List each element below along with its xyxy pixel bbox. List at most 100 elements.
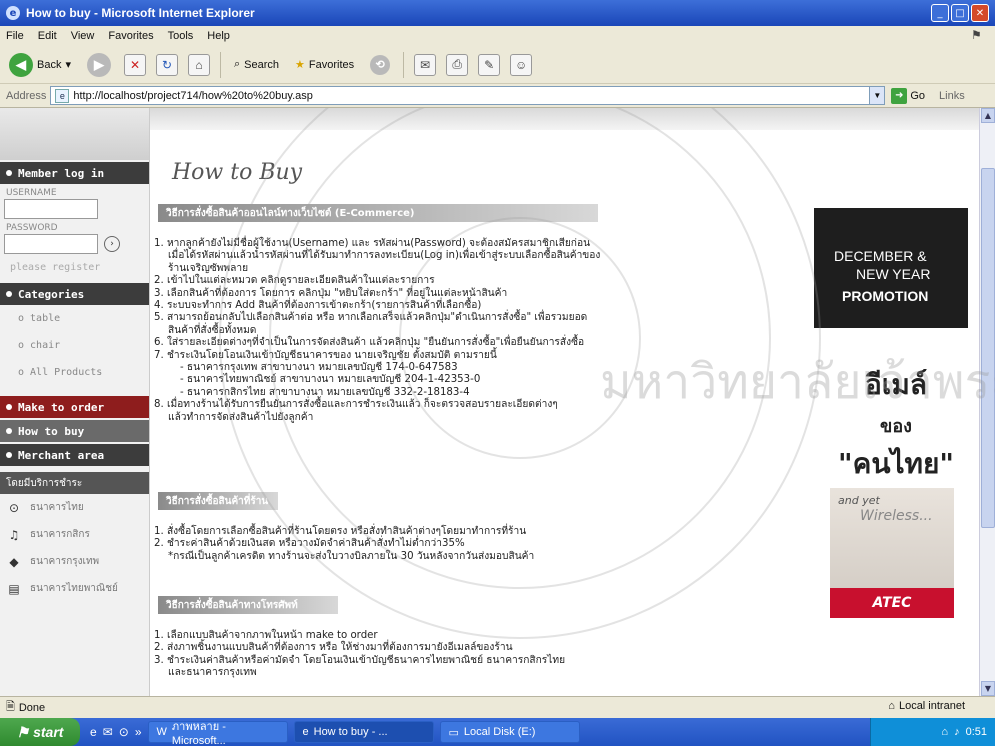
ie-quicklaunch-icon[interactable]: e bbox=[90, 725, 97, 739]
category-all-products[interactable]: o All Products bbox=[0, 359, 149, 386]
menu-file[interactable]: File bbox=[6, 30, 24, 42]
scroll-up-arrow-icon[interactable]: ▲ bbox=[981, 108, 995, 123]
payment-item[interactable]: ♫ ธนาคารกสิกร bbox=[0, 521, 149, 548]
scroll-thumb[interactable] bbox=[981, 168, 995, 528]
promo-line: DECEMBER & bbox=[834, 248, 927, 264]
page-status-icon: 🗎 bbox=[6, 701, 15, 713]
minimize-button[interactable]: _ bbox=[931, 4, 949, 22]
list-item: 3. เลือกสินค้าที่ต้องการ โดยการ คลิกปุ่ม… bbox=[154, 287, 508, 299]
password-input[interactable] bbox=[4, 234, 98, 254]
forward-button[interactable]: ▶ bbox=[84, 50, 114, 80]
list-item: 7. ชำระเงินโดยโอนเงินเข้าบัญชีธนาคารของ … bbox=[154, 349, 497, 361]
volume-icon[interactable]: ♪ bbox=[954, 726, 960, 738]
list-item: 1. สั่งซื้อโดยการเลือกซื้อสินค้าที่ร้านโ… bbox=[154, 526, 527, 537]
start-button[interactable]: ⚑ start bbox=[0, 718, 80, 746]
payment-banner: โดยมีบริการชำระ bbox=[0, 472, 149, 494]
taskbar-button[interactable]: e How to buy - ... bbox=[293, 721, 434, 743]
diamond-icon: ◆ bbox=[9, 554, 19, 569]
categories-header: Categories bbox=[0, 283, 149, 305]
list-item: สินค้าที่สั่งซื้อทั้งหมด bbox=[168, 324, 257, 336]
email-ad-line: ของ bbox=[880, 416, 912, 437]
favorites-button[interactable]: ★ Favorites bbox=[292, 50, 357, 80]
login-go-button[interactable]: › bbox=[104, 236, 120, 252]
make-to-order-link[interactable]: Make to order bbox=[0, 396, 149, 418]
arrow-right-icon: › bbox=[110, 239, 114, 249]
media-quicklaunch-icon[interactable]: ⊙ bbox=[119, 725, 129, 739]
stop-button[interactable]: ✕ bbox=[124, 53, 146, 76]
menu-favorites[interactable]: Favorites bbox=[108, 30, 153, 42]
bank-line: - ธนาคารกรุงเทพ สาขาบางนา หมายเลขบัญชี 1… bbox=[180, 362, 458, 374]
menu-edit[interactable]: Edit bbox=[38, 30, 57, 42]
menu-view[interactable]: View bbox=[71, 30, 95, 42]
bank-line: - ธนาคารกสิกรไทย สาขาบางนา หมายเลขบัญชี … bbox=[180, 386, 470, 398]
close-button[interactable]: ✕ bbox=[971, 4, 989, 22]
email-ad[interactable]: อีเมล์ ของ "คนไทย" bbox=[826, 363, 966, 486]
member-login-header: Member log in bbox=[0, 162, 149, 184]
taskbar: ⚑ start e ✉ ⊙ » W ภาพหลาย - Microsoft...… bbox=[0, 718, 995, 746]
more-icon[interactable]: » bbox=[135, 725, 142, 739]
address-input[interactable]: e http://localhost/project714/how%20to%2… bbox=[50, 86, 871, 105]
task-label: ภาพหลาย - Microsoft... bbox=[171, 721, 226, 746]
star-icon: ★ bbox=[295, 59, 305, 71]
list-item: แล้วทำการจัดส่งสินค้าไปยังลูกค้า bbox=[168, 411, 314, 423]
window-controls: _ □ ✕ bbox=[931, 4, 989, 22]
messenger-button[interactable]: ☺ bbox=[510, 53, 533, 76]
vertical-scrollbar[interactable]: ▲ ▼ bbox=[979, 108, 995, 696]
promotion-banner[interactable]: DECEMBER & NEW YEAR PROMOTION bbox=[814, 208, 968, 328]
merchant-area-link[interactable]: Merchant area bbox=[0, 444, 149, 466]
how-to-buy-link[interactable]: How to buy bbox=[0, 420, 149, 442]
menu-help[interactable]: Help bbox=[207, 30, 230, 42]
edit-button[interactable]: ✎ bbox=[478, 53, 501, 76]
atec-ad[interactable]: and yet Wireless... ATEC bbox=[830, 488, 954, 618]
promo-line: PROMOTION bbox=[842, 288, 929, 304]
taskbar-button[interactable]: W ภาพหลาย - Microsoft... bbox=[147, 721, 288, 746]
search-icon: ⌕ bbox=[234, 58, 241, 70]
payment-item-label: ธนาคารไทยพาณิชย์ bbox=[30, 583, 118, 594]
folder-icon: ▭ bbox=[448, 726, 459, 739]
outlook-quicklaunch-icon[interactable]: ✉ bbox=[103, 725, 113, 739]
menu-tools[interactable]: Tools bbox=[168, 30, 194, 42]
refresh-button[interactable]: ↻ bbox=[156, 53, 178, 76]
payment-item[interactable]: ▤ ธนาคารไทยพาณิชย์ bbox=[0, 575, 149, 602]
back-label: Back bbox=[37, 58, 62, 71]
ie-icon: e bbox=[302, 726, 309, 738]
scroll-down-arrow-icon[interactable]: ▼ bbox=[981, 681, 995, 696]
status-bar: 🗎 Done ⌂ Local intranet bbox=[0, 696, 995, 718]
category-chair[interactable]: o chair bbox=[0, 332, 149, 359]
bullet-icon bbox=[6, 452, 12, 458]
address-dropdown-button[interactable]: ▼ bbox=[869, 86, 886, 105]
register-link[interactable]: please register bbox=[0, 254, 149, 281]
toolbar-separator bbox=[403, 51, 405, 78]
intranet-icon: ⌂ bbox=[888, 700, 895, 712]
username-label: USERNAME bbox=[6, 188, 57, 198]
payment-item-label: ธนาคารไทย bbox=[30, 502, 84, 513]
security-zone: ⌂ Local intranet bbox=[888, 700, 965, 712]
go-button[interactable]: ➜ Go bbox=[891, 87, 925, 104]
history-button[interactable]: ⟲ bbox=[367, 50, 393, 80]
category-table[interactable]: o table bbox=[0, 305, 149, 332]
forward-arrow-icon: ▶ bbox=[87, 52, 111, 77]
task-label: How to buy - ... bbox=[313, 726, 388, 738]
list-item: 1. เลือกแบบสินค้าจากภาพในหน้า make to or… bbox=[154, 630, 378, 641]
search-button[interactable]: ⌕ Search bbox=[231, 50, 282, 80]
bank-line: - ธนาคารไทยพาณิชย์ สาขาบางนา หมายเลขบัญช… bbox=[180, 374, 481, 386]
back-button[interactable]: ◀ Back ▾ bbox=[6, 50, 74, 80]
username-input[interactable] bbox=[4, 199, 98, 219]
maximize-button[interactable]: □ bbox=[951, 4, 969, 22]
make-to-order-label: Make to order bbox=[18, 400, 105, 414]
payment-item[interactable]: ◆ ธนาคารกรุงเทพ bbox=[0, 548, 149, 575]
bullet-icon bbox=[6, 291, 12, 297]
list-item: ร้านเจริญซัพพลาย bbox=[168, 262, 249, 274]
address-bar: Address e http://localhost/project714/ho… bbox=[0, 84, 995, 108]
links-label[interactable]: Links bbox=[939, 90, 965, 102]
home-button[interactable]: ⌂ bbox=[188, 53, 210, 76]
toolbar: ◀ Back ▾ ▶ ✕ ↻ ⌂ ⌕ Search ★ Favorites ⟲ … bbox=[0, 46, 995, 84]
store-steps: 1. สั่งซื้อโดยการเลือกซื้อสินค้าที่ร้านโ… bbox=[154, 526, 534, 563]
mail-button[interactable]: ✉ bbox=[414, 53, 437, 76]
payment-item[interactable]: ⊙ ธนาคารไทย bbox=[0, 494, 149, 521]
password-row: › bbox=[0, 234, 149, 254]
taskbar-button[interactable]: ▭ Local Disk (E:) bbox=[439, 721, 580, 743]
print-button[interactable]: ⎙ bbox=[446, 53, 469, 76]
network-icon[interactable]: ⌂ bbox=[941, 726, 948, 738]
page-icon: e bbox=[55, 88, 70, 103]
